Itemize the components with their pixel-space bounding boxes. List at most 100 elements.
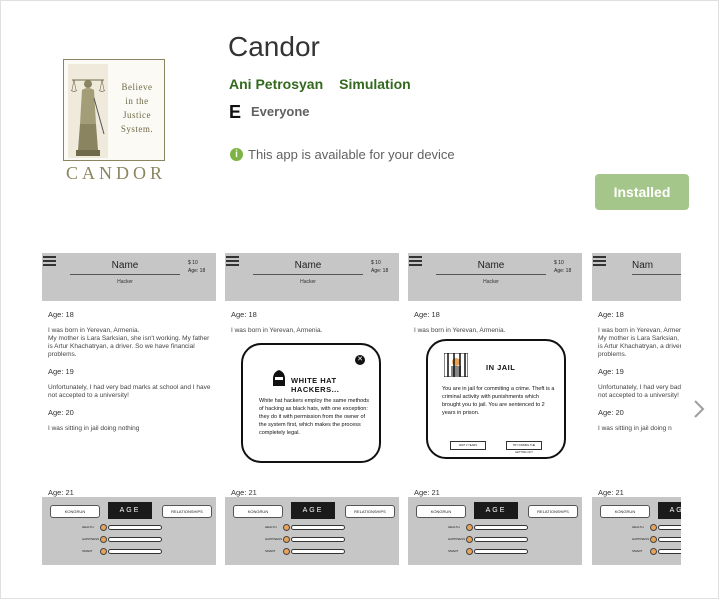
bio-age-18: Age: 18 — [598, 310, 624, 319]
age-button: AGE — [474, 502, 518, 519]
white-hat-popup: ✕ WHITE HAT HACKERS... White hat hackers… — [241, 343, 381, 463]
popup-title: IN JAIL — [486, 363, 516, 372]
app-icon: Believe in the Justice System. CANDOR — [51, 49, 181, 189]
stat-label: SMART — [448, 549, 459, 553]
bio-age-20: Age: 20 — [48, 408, 74, 417]
stat-face-icon — [283, 548, 290, 555]
stat-face-icon — [466, 548, 473, 555]
stat-smart: SMART — [632, 548, 681, 556]
screenshot-4[interactable]: Nam Age: 18 I was born in Yerevan, Armen… — [592, 253, 681, 565]
footer-left-button: KONGRUN — [50, 505, 100, 518]
icon-line-2: in the — [125, 96, 149, 106]
app-details-page: Believe in the Justice System. CANDOR Ca… — [0, 0, 719, 599]
stat-label: HAPPINESS — [632, 537, 650, 541]
screen-age-small: Age: 18 — [188, 268, 206, 274]
category-link[interactable]: Simulation — [339, 76, 411, 92]
stat-smart: SMART — [82, 548, 162, 556]
footer-left-button: KONGRUN — [233, 505, 283, 518]
stat-bar — [658, 537, 681, 542]
app-icon-tagline: Believe in the Justice System. — [110, 80, 164, 136]
screenshot-3[interactable]: Name Hacker $ 10 Age: 18 Age: 18 I was b… — [408, 253, 582, 565]
developer-link[interactable]: Ani Petrosyan — [229, 76, 323, 92]
stat-face-icon — [100, 548, 107, 555]
screen-bio: Age: 18 I was born in Yerevan, Armenia. … — [48, 311, 212, 442]
popup-text: You are in jail for commiting a crime. T… — [442, 386, 555, 416]
bio-paragraph-3: I was sitting in jail doing nothing — [48, 425, 140, 432]
icon-line-4: System. — [120, 124, 154, 134]
esrb-everyone-icon: E — [229, 102, 243, 120]
bio-paragraph-2: Unfortunately, I had very bad marks at s… — [598, 384, 681, 399]
screenshot-1[interactable]: Name Hacker $ 10 Age: 18 Age: 18 I was b… — [42, 253, 216, 565]
stat-bar — [108, 537, 162, 542]
screen-footer: KONGRUN AGE RELATIONSHIPS HEALTH HAPPINE… — [42, 497, 216, 565]
screen-money: $ 10 Age: 18 — [371, 259, 388, 275]
screen-header: Nam — [592, 253, 681, 301]
stat-label: HEALTH — [448, 525, 460, 529]
installed-button[interactable]: Installed — [595, 174, 689, 210]
screen-age-small: Age: 18 — [554, 268, 572, 274]
stat-bar — [474, 525, 528, 530]
bio-paragraph-1: I was born in Yerevan, Armenia. My mothe… — [598, 327, 681, 358]
footer-right-button: RELATIONSHIPS — [528, 505, 578, 518]
screen-header: Name Hacker $ 10 Age: 18 — [42, 253, 216, 301]
stat-happiness: HAPPINESS — [448, 536, 528, 544]
screen-player-name: Name — [436, 260, 546, 275]
svg-text:E: E — [229, 102, 241, 120]
bio-age-21: Age: 21 — [48, 488, 77, 497]
hacker-icon — [273, 370, 285, 386]
stat-bar — [291, 525, 345, 530]
stat-face-icon — [283, 524, 290, 531]
stat-smart: SMART — [448, 548, 528, 556]
justice-statue-icon — [68, 64, 108, 158]
screen-header: Name Hacker $ 10 Age: 18 — [408, 253, 582, 301]
stat-face-icon — [466, 536, 473, 543]
stat-happiness: HAPPINESS — [632, 536, 681, 544]
stat-label: HAPPINESS — [82, 537, 100, 541]
bio-age-21: Age: 21 — [598, 488, 627, 497]
screen-money: $ 10 Age: 18 — [188, 259, 205, 275]
screen-money-value: $ 10 — [371, 260, 381, 266]
screen-player-role: Hacker — [117, 279, 133, 285]
screen-player-name: Nam — [632, 260, 681, 275]
info-icon: i — [230, 148, 243, 161]
screen-footer: KONGRUN AGE RELATIONSHIPS HEALTH HAPPINE… — [225, 497, 399, 565]
in-jail-popup: IN JAIL You are in jail for commiting a … — [426, 339, 566, 459]
stat-bar — [108, 549, 162, 554]
chevron-right-icon[interactable] — [692, 398, 706, 420]
wait-button[interactable]: WAIT 2 YEARS — [450, 441, 486, 450]
app-meta-row: Ani Petrosyan Simulation — [229, 76, 411, 92]
bio-age-18: Age: 18 — [231, 310, 257, 319]
bio-paragraph-1: I was born in Yerevan, Armenia. — [414, 327, 506, 334]
stat-label: HEALTH — [82, 525, 94, 529]
screen-bio: Age: 18 I was born in Yerevan, Armenia. … — [598, 311, 681, 442]
footer-left-button: KONGRUN — [416, 505, 466, 518]
stat-face-icon — [650, 536, 657, 543]
escape-button[interactable]: TRY FINDING THE GETTING OUT — [506, 441, 542, 454]
stat-bar — [108, 525, 162, 530]
screen-money-value: $ 10 — [188, 260, 198, 266]
hamburger-menu-icon — [593, 256, 606, 268]
popup-text: White hat hackers employ the same method… — [259, 398, 370, 436]
stat-health: HEALTH — [448, 524, 528, 532]
screen-money: $ 10 Age: 18 — [554, 259, 571, 275]
stat-label: SMART — [82, 549, 93, 553]
stat-health: HEALTH — [632, 524, 681, 532]
stat-face-icon — [650, 548, 657, 555]
screen-footer: KONGRUN AGE RELATIONSHIPS HEALTH HAPPINE… — [408, 497, 582, 565]
screenshot-carousel[interactable]: Name Hacker $ 10 Age: 18 Age: 18 I was b… — [42, 253, 681, 565]
popup-title: WHITE HAT HACKERS... — [291, 376, 340, 394]
icon-line-3: Justice — [123, 110, 151, 120]
screen-player-name: Name — [70, 260, 180, 275]
stat-face-icon — [466, 524, 473, 531]
screen-bio: Age: 18 I was born in Yerevan, Armenia. — [231, 311, 395, 344]
footer-right-button: RELATIONSHIPS — [345, 505, 395, 518]
screenshot-2[interactable]: Name Hacker $ 10 Age: 18 Age: 18 I was b… — [225, 253, 399, 565]
bio-age-21: Age: 21 — [231, 488, 260, 497]
stat-face-icon — [100, 536, 107, 543]
screen-player-role: Hacker — [483, 279, 499, 285]
close-icon[interactable]: ✕ — [355, 355, 365, 365]
stat-label: HAPPINESS — [448, 537, 466, 541]
jail-bars-icon — [444, 353, 468, 377]
stat-health: HEALTH — [265, 524, 345, 532]
app-icon-wordmark: CANDOR — [65, 163, 166, 183]
